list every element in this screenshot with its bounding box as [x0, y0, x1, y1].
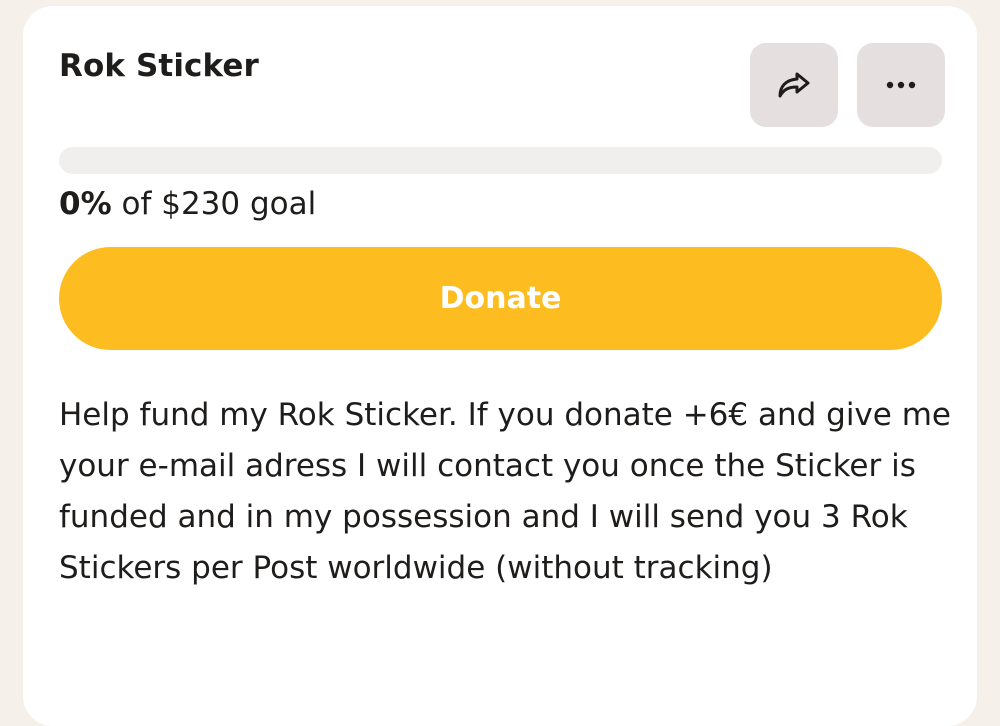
share-button[interactable]: [750, 43, 838, 127]
share-arrow-icon: [776, 69, 812, 101]
goal-progress-bar: [59, 147, 942, 174]
goal-summary: 0% of $230 goal: [59, 183, 316, 225]
more-horizontal-icon: [886, 81, 916, 89]
more-options-button[interactable]: [857, 43, 945, 127]
fundraiser-description: Help fund my Rok Sticker. If you donate …: [59, 397, 951, 586]
goal-percent: 0%: [59, 186, 112, 222]
donate-button[interactable]: Donate: [59, 247, 942, 350]
fundraiser-title: Rok Sticker: [59, 48, 259, 84]
fundraiser-card: Rok Sticker 0% of $230 goal Donate Help …: [23, 6, 977, 726]
goal-amount-text: of $230 goal: [111, 186, 317, 222]
